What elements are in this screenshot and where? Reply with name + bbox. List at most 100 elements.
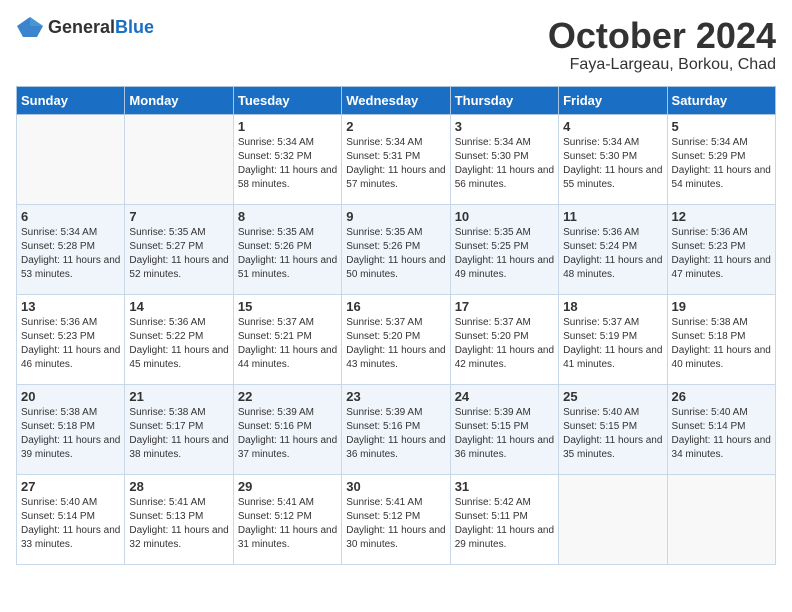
day-number: 15 — [238, 299, 337, 314]
cell-content: Sunrise: 5:35 AM Sunset: 5:27 PM Dayligh… — [129, 226, 228, 282]
cell-content: Sunrise: 5:37 AM Sunset: 5:19 PM Dayligh… — [563, 316, 662, 372]
logo: GeneralBlue — [16, 16, 154, 38]
cell-content: Sunrise: 5:38 AM Sunset: 5:18 PM Dayligh… — [672, 316, 771, 372]
calendar-cell: 3 Sunrise: 5:34 AM Sunset: 5:30 PM Daylig… — [450, 114, 558, 204]
cell-content: Sunrise: 5:36 AM Sunset: 5:24 PM Dayligh… — [563, 226, 662, 282]
day-number: 23 — [346, 389, 445, 404]
cell-content: Sunrise: 5:39 AM Sunset: 5:15 PM Dayligh… — [455, 406, 554, 462]
cell-content: Sunrise: 5:34 AM Sunset: 5:32 PM Dayligh… — [238, 136, 337, 192]
logo-blue: Blue — [115, 17, 154, 37]
weekday-header: Wednesday — [342, 86, 450, 114]
day-number: 22 — [238, 389, 337, 404]
day-number: 5 — [672, 119, 771, 134]
day-number: 26 — [672, 389, 771, 404]
cell-content: Sunrise: 5:41 AM Sunset: 5:13 PM Dayligh… — [129, 496, 228, 552]
day-number: 7 — [129, 209, 228, 224]
calendar-cell — [667, 474, 775, 564]
calendar-week-row: 1 Sunrise: 5:34 AM Sunset: 5:32 PM Daylig… — [17, 114, 776, 204]
cell-content: Sunrise: 5:39 AM Sunset: 5:16 PM Dayligh… — [238, 406, 337, 462]
calendar-cell — [17, 114, 125, 204]
calendar-cell: 14Sunrise: 5:36 AM Sunset: 5:22 PM Dayli… — [125, 294, 233, 384]
day-number: 28 — [129, 479, 228, 494]
cell-content: Sunrise: 5:41 AM Sunset: 5:12 PM Dayligh… — [346, 496, 445, 552]
day-number: 4 — [563, 119, 662, 134]
cell-content: Sunrise: 5:40 AM Sunset: 5:15 PM Dayligh… — [563, 406, 662, 462]
calendar-cell — [125, 114, 233, 204]
calendar-week-row: 6 Sunrise: 5:34 AM Sunset: 5:28 PM Daylig… — [17, 204, 776, 294]
weekday-header: Friday — [559, 86, 667, 114]
calendar-cell: 23 Sunrise: 5:39 AM Sunset: 5:16 PM Dayli… — [342, 384, 450, 474]
cell-content: Sunrise: 5:35 AM Sunset: 5:26 PM Dayligh… — [346, 226, 445, 282]
weekday-header: Saturday — [667, 86, 775, 114]
cell-content: Sunrise: 5:37 AM Sunset: 5:20 PM Dayligh… — [346, 316, 445, 372]
calendar-cell: 24 Sunrise: 5:39 AM Sunset: 5:15 PM Dayli… — [450, 384, 558, 474]
day-number: 2 — [346, 119, 445, 134]
cell-content: Sunrise: 5:34 AM Sunset: 5:30 PM Dayligh… — [563, 136, 662, 192]
day-number: 16 — [346, 299, 445, 314]
cell-content: Sunrise: 5:40 AM Sunset: 5:14 PM Dayligh… — [21, 496, 120, 552]
day-number: 24 — [455, 389, 554, 404]
weekday-header: Sunday — [17, 86, 125, 114]
cell-content: Sunrise: 5:36 AM Sunset: 5:22 PM Dayligh… — [129, 316, 228, 372]
calendar-cell: 20Sunrise: 5:38 AM Sunset: 5:18 PM Dayli… — [17, 384, 125, 474]
day-number: 31 — [455, 479, 554, 494]
cell-content: Sunrise: 5:40 AM Sunset: 5:14 PM Dayligh… — [672, 406, 771, 462]
calendar-cell: 9Sunrise: 5:35 AM Sunset: 5:26 PM Daylig… — [342, 204, 450, 294]
day-number: 10 — [455, 209, 554, 224]
month-title: October 2024 — [548, 16, 776, 56]
calendar-cell: 22 Sunrise: 5:39 AM Sunset: 5:16 PM Dayli… — [233, 384, 341, 474]
weekday-header: Thursday — [450, 86, 558, 114]
logo-text: GeneralBlue — [48, 17, 154, 38]
day-number: 27 — [21, 479, 120, 494]
calendar-cell: 10Sunrise: 5:35 AM Sunset: 5:25 PM Dayli… — [450, 204, 558, 294]
day-number: 21 — [129, 389, 228, 404]
calendar-cell — [559, 474, 667, 564]
calendar-week-row: 13 Sunrise: 5:36 AM Sunset: 5:23 PM Dayli… — [17, 294, 776, 384]
weekday-header: Tuesday — [233, 86, 341, 114]
weekday-header-row: SundayMondayTuesdayWednesdayThursdayFrid… — [17, 86, 776, 114]
cell-content: Sunrise: 5:36 AM Sunset: 5:23 PM Dayligh… — [672, 226, 771, 282]
cell-content: Sunrise: 5:41 AM Sunset: 5:12 PM Dayligh… — [238, 496, 337, 552]
calendar-cell: 21 Sunrise: 5:38 AM Sunset: 5:17 PM Dayli… — [125, 384, 233, 474]
calendar-cell: 26 Sunrise: 5:40 AM Sunset: 5:14 PM Dayli… — [667, 384, 775, 474]
location-title: Faya-Largeau, Borkou, Chad — [548, 56, 776, 74]
logo-icon — [16, 16, 44, 38]
cell-content: Sunrise: 5:35 AM Sunset: 5:26 PM Dayligh… — [238, 226, 337, 282]
day-number: 12 — [672, 209, 771, 224]
day-number: 1 — [238, 119, 337, 134]
day-number: 25 — [563, 389, 662, 404]
calendar-cell: 31 Sunrise: 5:42 AM Sunset: 5:11 PM Dayli… — [450, 474, 558, 564]
calendar-cell: 16 Sunrise: 5:37 AM Sunset: 5:20 PM Dayli… — [342, 294, 450, 384]
calendar-cell: 2 Sunrise: 5:34 AM Sunset: 5:31 PM Daylig… — [342, 114, 450, 204]
calendar-cell: 6 Sunrise: 5:34 AM Sunset: 5:28 PM Daylig… — [17, 204, 125, 294]
day-number: 8 — [238, 209, 337, 224]
calendar-cell: 15 Sunrise: 5:37 AM Sunset: 5:21 PM Dayli… — [233, 294, 341, 384]
cell-content: Sunrise: 5:38 AM Sunset: 5:17 PM Dayligh… — [129, 406, 228, 462]
calendar-cell: 28 Sunrise: 5:41 AM Sunset: 5:13 PM Dayli… — [125, 474, 233, 564]
calendar-cell: 7 Sunrise: 5:35 AM Sunset: 5:27 PM Daylig… — [125, 204, 233, 294]
cell-content: Sunrise: 5:34 AM Sunset: 5:30 PM Dayligh… — [455, 136, 554, 192]
cell-content: Sunrise: 5:37 AM Sunset: 5:20 PM Dayligh… — [455, 316, 554, 372]
cell-content: Sunrise: 5:39 AM Sunset: 5:16 PM Dayligh… — [346, 406, 445, 462]
calendar-cell: 27 Sunrise: 5:40 AM Sunset: 5:14 PM Dayli… — [17, 474, 125, 564]
calendar-cell: 17Sunrise: 5:37 AM Sunset: 5:20 PM Dayli… — [450, 294, 558, 384]
cell-content: Sunrise: 5:34 AM Sunset: 5:28 PM Dayligh… — [21, 226, 120, 282]
day-number: 30 — [346, 479, 445, 494]
day-number: 3 — [455, 119, 554, 134]
calendar-week-row: 20Sunrise: 5:38 AM Sunset: 5:18 PM Dayli… — [17, 384, 776, 474]
calendar-table: SundayMondayTuesdayWednesdayThursdayFrid… — [16, 86, 776, 565]
cell-content: Sunrise: 5:34 AM Sunset: 5:29 PM Dayligh… — [672, 136, 771, 192]
calendar-cell: 13 Sunrise: 5:36 AM Sunset: 5:23 PM Dayli… — [17, 294, 125, 384]
cell-content: Sunrise: 5:42 AM Sunset: 5:11 PM Dayligh… — [455, 496, 554, 552]
cell-content: Sunrise: 5:37 AM Sunset: 5:21 PM Dayligh… — [238, 316, 337, 372]
page-header: GeneralBlue October 2024 Faya-Largeau, B… — [16, 16, 776, 74]
calendar-cell: 1 Sunrise: 5:34 AM Sunset: 5:32 PM Daylig… — [233, 114, 341, 204]
calendar-cell: 29Sunrise: 5:41 AM Sunset: 5:12 PM Dayli… — [233, 474, 341, 564]
cell-content: Sunrise: 5:34 AM Sunset: 5:31 PM Dayligh… — [346, 136, 445, 192]
day-number: 13 — [21, 299, 120, 314]
title-block: October 2024 Faya-Largeau, Borkou, Chad — [548, 16, 776, 74]
calendar-cell: 8 Sunrise: 5:35 AM Sunset: 5:26 PM Daylig… — [233, 204, 341, 294]
calendar-cell: 30 Sunrise: 5:41 AM Sunset: 5:12 PM Dayli… — [342, 474, 450, 564]
cell-content: Sunrise: 5:36 AM Sunset: 5:23 PM Dayligh… — [21, 316, 120, 372]
day-number: 6 — [21, 209, 120, 224]
